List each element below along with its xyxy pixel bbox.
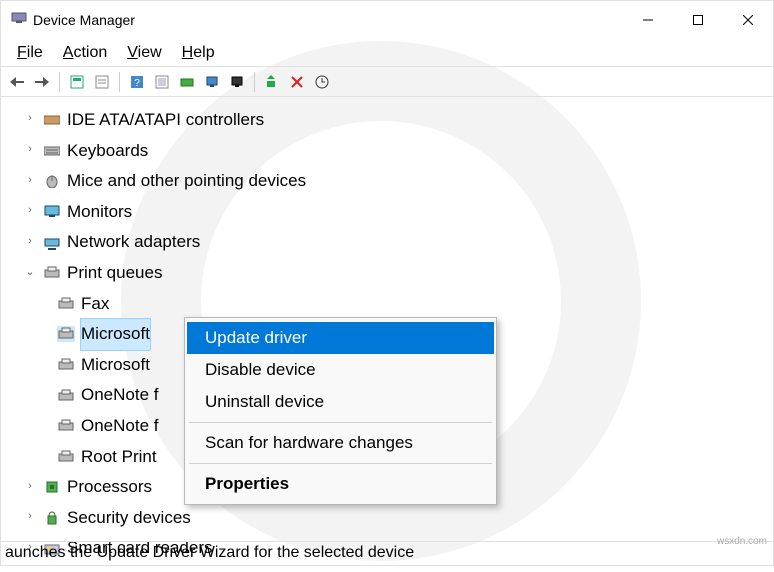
ctx-uninstall-device[interactable]: Uninstall device [187,386,494,418]
maximize-button[interactable] [673,1,723,39]
menu-view[interactable]: View [117,41,171,65]
svg-text:?: ? [134,78,140,89]
tree-item-monitors[interactable]: ›Monitors [5,197,769,228]
forward-button[interactable] [32,72,52,92]
tree-item-security[interactable]: ›Security devices [5,503,769,534]
toolbar-icon[interactable] [67,72,87,92]
window-title: Device Manager [33,12,623,28]
scan-icon[interactable] [312,72,332,92]
tree-item-fax[interactable]: Fax [5,289,769,320]
mouse-icon [43,173,61,189]
menu-file[interactable]: File [7,41,53,65]
tree-item-keyboards[interactable]: ›Keyboards [5,136,769,167]
chevron-right-icon[interactable]: › [23,171,37,191]
ctx-properties[interactable]: Properties [187,468,494,500]
toolbar-icon[interactable] [177,72,197,92]
network-icon [43,235,61,251]
chevron-down-icon[interactable]: ⌄ [23,263,37,283]
tree-item-printqueues[interactable]: ⌄Print queues [5,258,769,289]
minimize-button[interactable] [623,1,673,39]
printer-icon [57,449,75,465]
printer-icon [43,265,61,281]
printer-icon [57,388,75,404]
menu-help[interactable]: Help [172,41,225,65]
menubar: File Action View Help [1,39,773,67]
uninstall-icon[interactable] [287,72,307,92]
keyboard-icon [43,143,61,159]
security-icon [43,510,61,526]
chevron-right-icon[interactable]: › [23,140,37,160]
ctx-disable-device[interactable]: Disable device [187,354,494,386]
printer-icon [57,418,75,434]
watermark: wsxdn.com [717,536,767,547]
monitor-icon [43,204,61,220]
printer-icon [57,357,75,373]
update-driver-icon[interactable] [262,72,282,92]
ctx-update-driver[interactable]: Update driver [187,322,494,354]
toolbar: ? [1,67,773,97]
menu-action[interactable]: Action [53,41,117,65]
toolbar-icon[interactable] [152,72,172,92]
tree-item-network[interactable]: ›Network adapters [5,227,769,258]
chevron-right-icon[interactable]: › [23,201,37,221]
app-icon [11,10,27,31]
chevron-right-icon[interactable]: › [23,232,37,252]
chevron-right-icon[interactable]: › [23,109,37,129]
tree-item-mice[interactable]: ›Mice and other pointing devices [5,166,769,197]
statusbar: aunches the Update Driver Wizard for the… [1,541,773,565]
toolbar-icon[interactable] [227,72,247,92]
separator [189,422,492,423]
toolbar-icon[interactable] [92,72,112,92]
context-menu: Update driver Disable device Uninstall d… [184,317,497,505]
printer-icon [57,326,75,342]
chevron-right-icon[interactable]: › [23,507,37,527]
tree-item-ide[interactable]: ›IDE ATA/ATAPI controllers [5,105,769,136]
titlebar: Device Manager [1,1,773,39]
printer-icon [57,296,75,312]
help-icon[interactable]: ? [127,72,147,92]
controller-icon [43,112,61,128]
status-text: aunches the Update Driver Wizard for the… [5,544,414,561]
back-button[interactable] [7,72,27,92]
processor-icon [43,479,61,495]
separator [189,463,492,464]
toolbar-icon[interactable] [202,72,222,92]
chevron-right-icon[interactable]: › [23,477,37,497]
close-button[interactable] [723,1,773,39]
ctx-scan-hardware[interactable]: Scan for hardware changes [187,427,494,459]
